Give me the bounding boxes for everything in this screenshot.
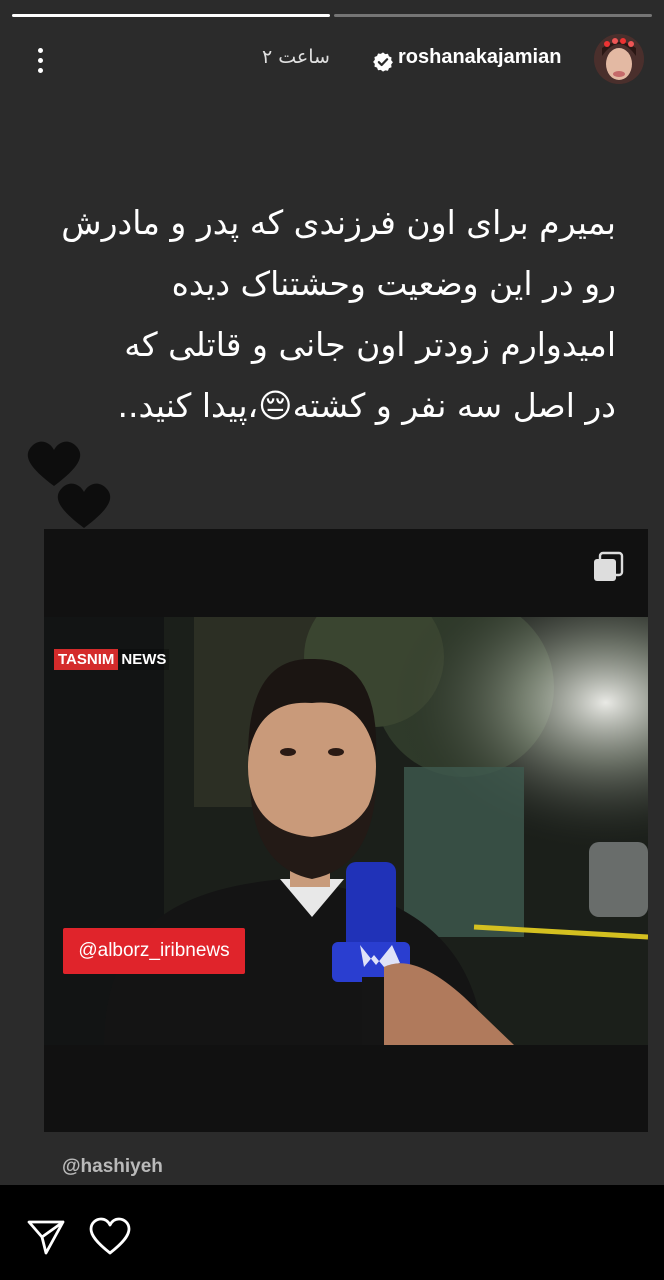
story-username[interactable]: roshanakajamian — [398, 46, 561, 69]
story-progress-bar — [12, 14, 652, 17]
avatar[interactable] — [594, 34, 644, 84]
verified-badge-icon — [373, 52, 393, 72]
more-vertical-icon[interactable] — [30, 42, 50, 78]
caption-line: در اصل سه نفر و کشته😔،پیدا کنید.. — [117, 386, 616, 425]
video-frame[interactable]: TASNIM NEWS @alborz_iribnews — [44, 617, 648, 1045]
news-logo-part: TASNIM — [54, 648, 119, 670]
progress-segment — [334, 14, 652, 17]
multiple-posts-icon — [594, 551, 624, 581]
story-container[interactable]: ۲ ساعت roshanakajamian بمیرم برای اون فر… — [0, 0, 664, 1185]
caption-line: بمیرم برای اون فرزندی که پدر و مادرش — [61, 203, 616, 242]
caption-line: رو در این وضعیت وحشتناک دیده — [171, 264, 616, 303]
story-caption: بمیرم برای اون فرزندی که پدر و مادرش رو … — [16, 192, 616, 436]
caption-line: امیدوارم زودتر اون جانی و قاتلی که — [124, 325, 616, 364]
shared-video-post[interactable]: TASNIM NEWS @alborz_iribnews — [44, 529, 648, 1132]
tasnim-news-logo: TASNIM NEWS — [54, 648, 170, 670]
news-handle-overlay: @alborz_iribnews — [63, 928, 245, 974]
progress-segment — [12, 14, 330, 17]
story-time: ۲ ساعت — [262, 46, 330, 68]
heart-outline-icon[interactable] — [88, 1217, 132, 1257]
story-action-bar — [0, 1185, 664, 1280]
story-header: ۲ ساعت roshanakajamian — [0, 30, 664, 90]
news-logo-part: NEWS — [118, 648, 170, 670]
send-icon[interactable] — [26, 1217, 66, 1257]
black-hearts-icon — [27, 441, 111, 528]
source-watermark: @hashiyeh — [62, 1156, 163, 1177]
